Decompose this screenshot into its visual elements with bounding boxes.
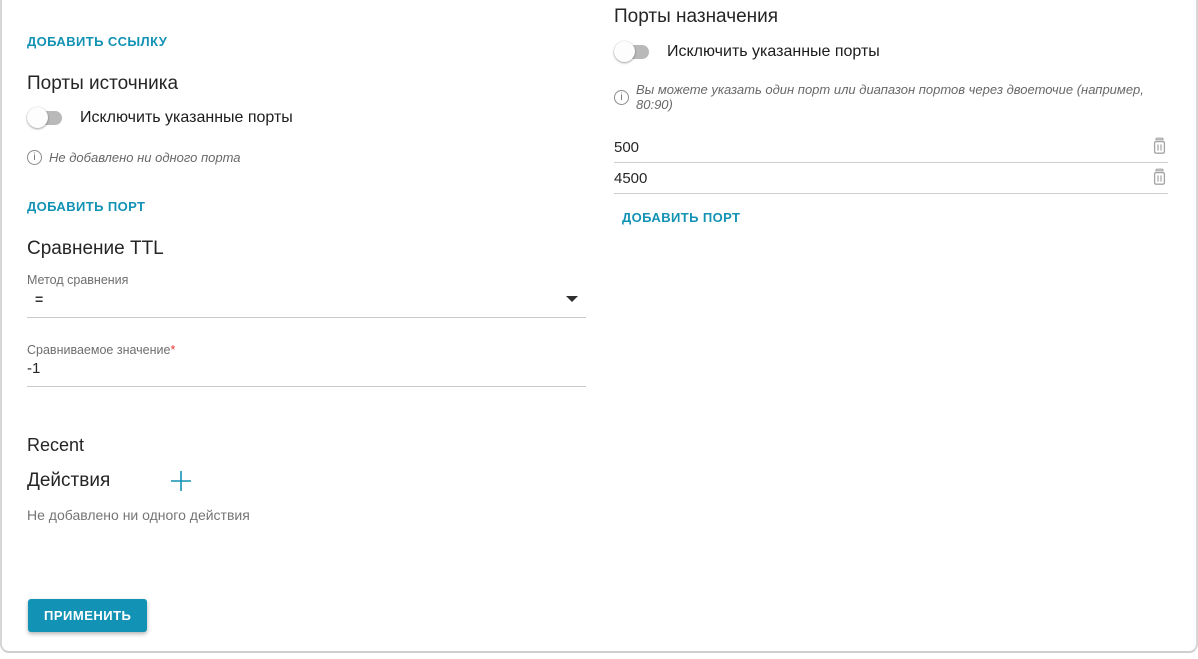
exclude-dest-ports-label: Исключить указанные порты <box>667 43 880 61</box>
dest-port-input-2[interactable] <box>614 170 1143 187</box>
exclude-source-ports-toggle[interactable] <box>27 107 64 128</box>
ttl-method-value: = <box>35 291 43 307</box>
ttl-method-field: Метод сравнения = <box>27 273 586 318</box>
toggle-knob <box>27 107 48 128</box>
recent-title: Recent <box>27 435 586 456</box>
ttl-comparison-title: Сравнение TTL <box>27 238 586 260</box>
ttl-value-label: Сравниваемое значение* <box>27 343 586 357</box>
toggle-knob <box>614 41 635 62</box>
source-ports-empty-note: Не добавлено ни одного порта <box>49 150 241 165</box>
destination-ports-title: Порты назначения <box>614 6 1168 28</box>
info-icon: i <box>614 90 629 105</box>
settings-panel: ДОБАВИТЬ ССЫЛКУ Порты источника Исключит… <box>0 0 1198 653</box>
source-ports-title: Порты источника <box>27 73 586 95</box>
dest-ports-hint: Вы можете указать один порт или диапазон… <box>636 82 1168 112</box>
add-link-button[interactable]: ДОБАВИТЬ ССЫЛКУ <box>19 32 175 51</box>
add-dest-port-button[interactable]: ДОБАВИТЬ ПОРТ <box>614 208 748 227</box>
actions-title: Действия <box>27 470 110 492</box>
ttl-method-label: Метод сравнения <box>27 273 586 287</box>
trash-icon <box>1151 136 1168 155</box>
delete-port-button[interactable] <box>1143 167 1168 190</box>
required-asterisk: * <box>170 343 175 357</box>
source-ports-empty-row: i Не добавлено ни одного порта <box>27 150 586 165</box>
actions-header: Действия <box>27 468 586 494</box>
chevron-down-icon <box>566 296 578 302</box>
apply-button[interactable]: ПРИМЕНИТЬ <box>28 599 147 632</box>
exclude-source-ports-label: Исключить указанные порты <box>80 109 293 127</box>
port-row <box>614 163 1168 194</box>
ttl-value-input[interactable] <box>27 357 586 386</box>
trash-icon <box>1151 167 1168 186</box>
info-icon: i <box>27 150 42 165</box>
left-column: ДОБАВИТЬ ССЫЛКУ Порты источника Исключит… <box>2 0 588 651</box>
source-ports-exclude-row: Исключить указанные порты <box>27 107 586 128</box>
ttl-value-field: Сравниваемое значение* <box>27 343 586 387</box>
dest-ports-hint-row: i Вы можете указать один порт или диапаз… <box>614 82 1168 112</box>
delete-port-button[interactable] <box>1143 136 1168 159</box>
right-column: Порты назначения Исключить указанные пор… <box>588 0 1196 651</box>
dest-port-input-1[interactable] <box>614 139 1143 156</box>
ttl-value-label-text: Сравниваемое значение <box>27 343 170 357</box>
actions-empty-note: Не добавлено ни одного действия <box>27 507 586 523</box>
port-row <box>614 132 1168 163</box>
dest-ports-exclude-row: Исключить указанные порты <box>614 41 1168 62</box>
ttl-method-select[interactable]: = <box>27 287 586 318</box>
dest-ports-list <box>614 132 1168 194</box>
plus-icon <box>168 468 194 494</box>
add-source-port-button[interactable]: ДОБАВИТЬ ПОРТ <box>19 197 153 216</box>
exclude-dest-ports-toggle[interactable] <box>614 41 651 62</box>
add-action-button[interactable] <box>168 468 194 494</box>
